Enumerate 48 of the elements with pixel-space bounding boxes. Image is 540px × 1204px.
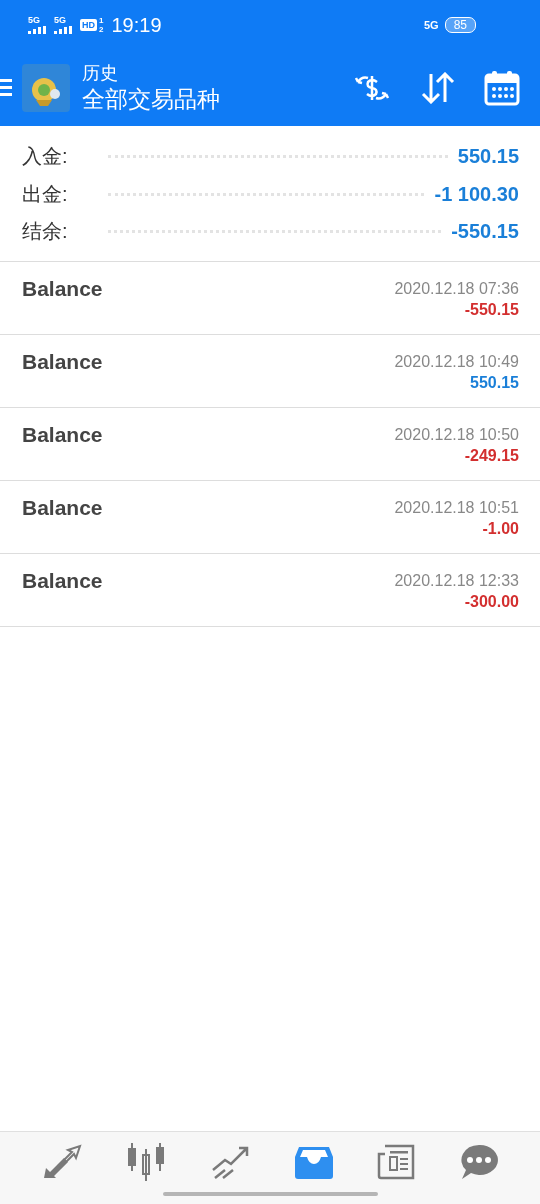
deal-type: Balance bbox=[22, 349, 103, 374]
network-label: 5G bbox=[28, 16, 40, 25]
hd-badge: HD bbox=[80, 19, 97, 31]
deal-amount: -1.00 bbox=[482, 519, 519, 538]
network-label: 5G bbox=[423, 19, 439, 31]
menu-icon[interactable] bbox=[0, 79, 12, 97]
trend-arrow-icon[interactable] bbox=[210, 1144, 251, 1180]
deal-type: Balance bbox=[22, 568, 103, 593]
inbox-tray-icon[interactable] bbox=[295, 1145, 334, 1179]
sim-index: 1 bbox=[99, 16, 104, 25]
clock: 19:19 bbox=[111, 13, 162, 37]
deal-row[interactable]: Balance 2020.12.18 10:49 550.15 bbox=[0, 334, 540, 408]
deal-time: 2020.12.18 10:49 bbox=[394, 352, 519, 371]
signal-icon bbox=[28, 26, 48, 34]
summary-label: 结余: bbox=[22, 219, 68, 245]
deal-type: Balance bbox=[22, 422, 103, 447]
deal-amount: -300.00 bbox=[464, 592, 519, 611]
chat-bubble-icon[interactable] bbox=[459, 1144, 498, 1180]
deal-time: 2020.12.18 10:51 bbox=[394, 498, 519, 517]
deal-time: 2020.12.18 07:36 bbox=[394, 279, 519, 298]
deal-row[interactable]: Balance 2020.12.18 07:36 -550.15 bbox=[0, 261, 540, 335]
deal-type: Balance bbox=[22, 276, 103, 301]
summary-value: 550.15 bbox=[457, 145, 519, 169]
app-logo-icon bbox=[22, 64, 70, 112]
summary-label: 入金: bbox=[22, 144, 68, 170]
summary-label: 出金: bbox=[22, 181, 68, 207]
newspaper-icon[interactable] bbox=[377, 1144, 416, 1180]
summary-value: -550.15 bbox=[451, 220, 519, 244]
deal-time: 2020.12.18 10:50 bbox=[394, 425, 519, 444]
calendar-icon[interactable] bbox=[484, 70, 520, 106]
deal-row[interactable]: Balance 2020.12.18 12:33 -300.00 bbox=[0, 553, 540, 627]
screen-title: 历史 bbox=[82, 62, 119, 84]
deal-amount: -550.15 bbox=[464, 300, 519, 319]
battery-indicator: 85 bbox=[444, 17, 476, 33]
deal-amount: 550.15 bbox=[470, 373, 519, 392]
network-label: 5G bbox=[54, 16, 66, 25]
diagonal-arrows-icon[interactable] bbox=[42, 1144, 83, 1180]
deal-type: Balance bbox=[22, 495, 103, 520]
symbol-filter[interactable]: 全部交易品种 bbox=[82, 84, 220, 114]
signal-icon bbox=[54, 26, 74, 34]
sort-arrows-icon[interactable] bbox=[420, 72, 456, 104]
summary-value: -1 100.30 bbox=[434, 182, 519, 206]
deal-row[interactable]: Balance 2020.12.18 10:50 -249.15 bbox=[0, 407, 540, 481]
deal-amount: -249.15 bbox=[464, 446, 519, 465]
candlestick-icon[interactable] bbox=[126, 1143, 167, 1181]
deal-row[interactable]: Balance 2020.12.18 10:51 -1.00 bbox=[0, 480, 540, 554]
sim-index: 2 bbox=[99, 25, 104, 34]
deal-time: 2020.12.18 12:33 bbox=[394, 571, 519, 590]
